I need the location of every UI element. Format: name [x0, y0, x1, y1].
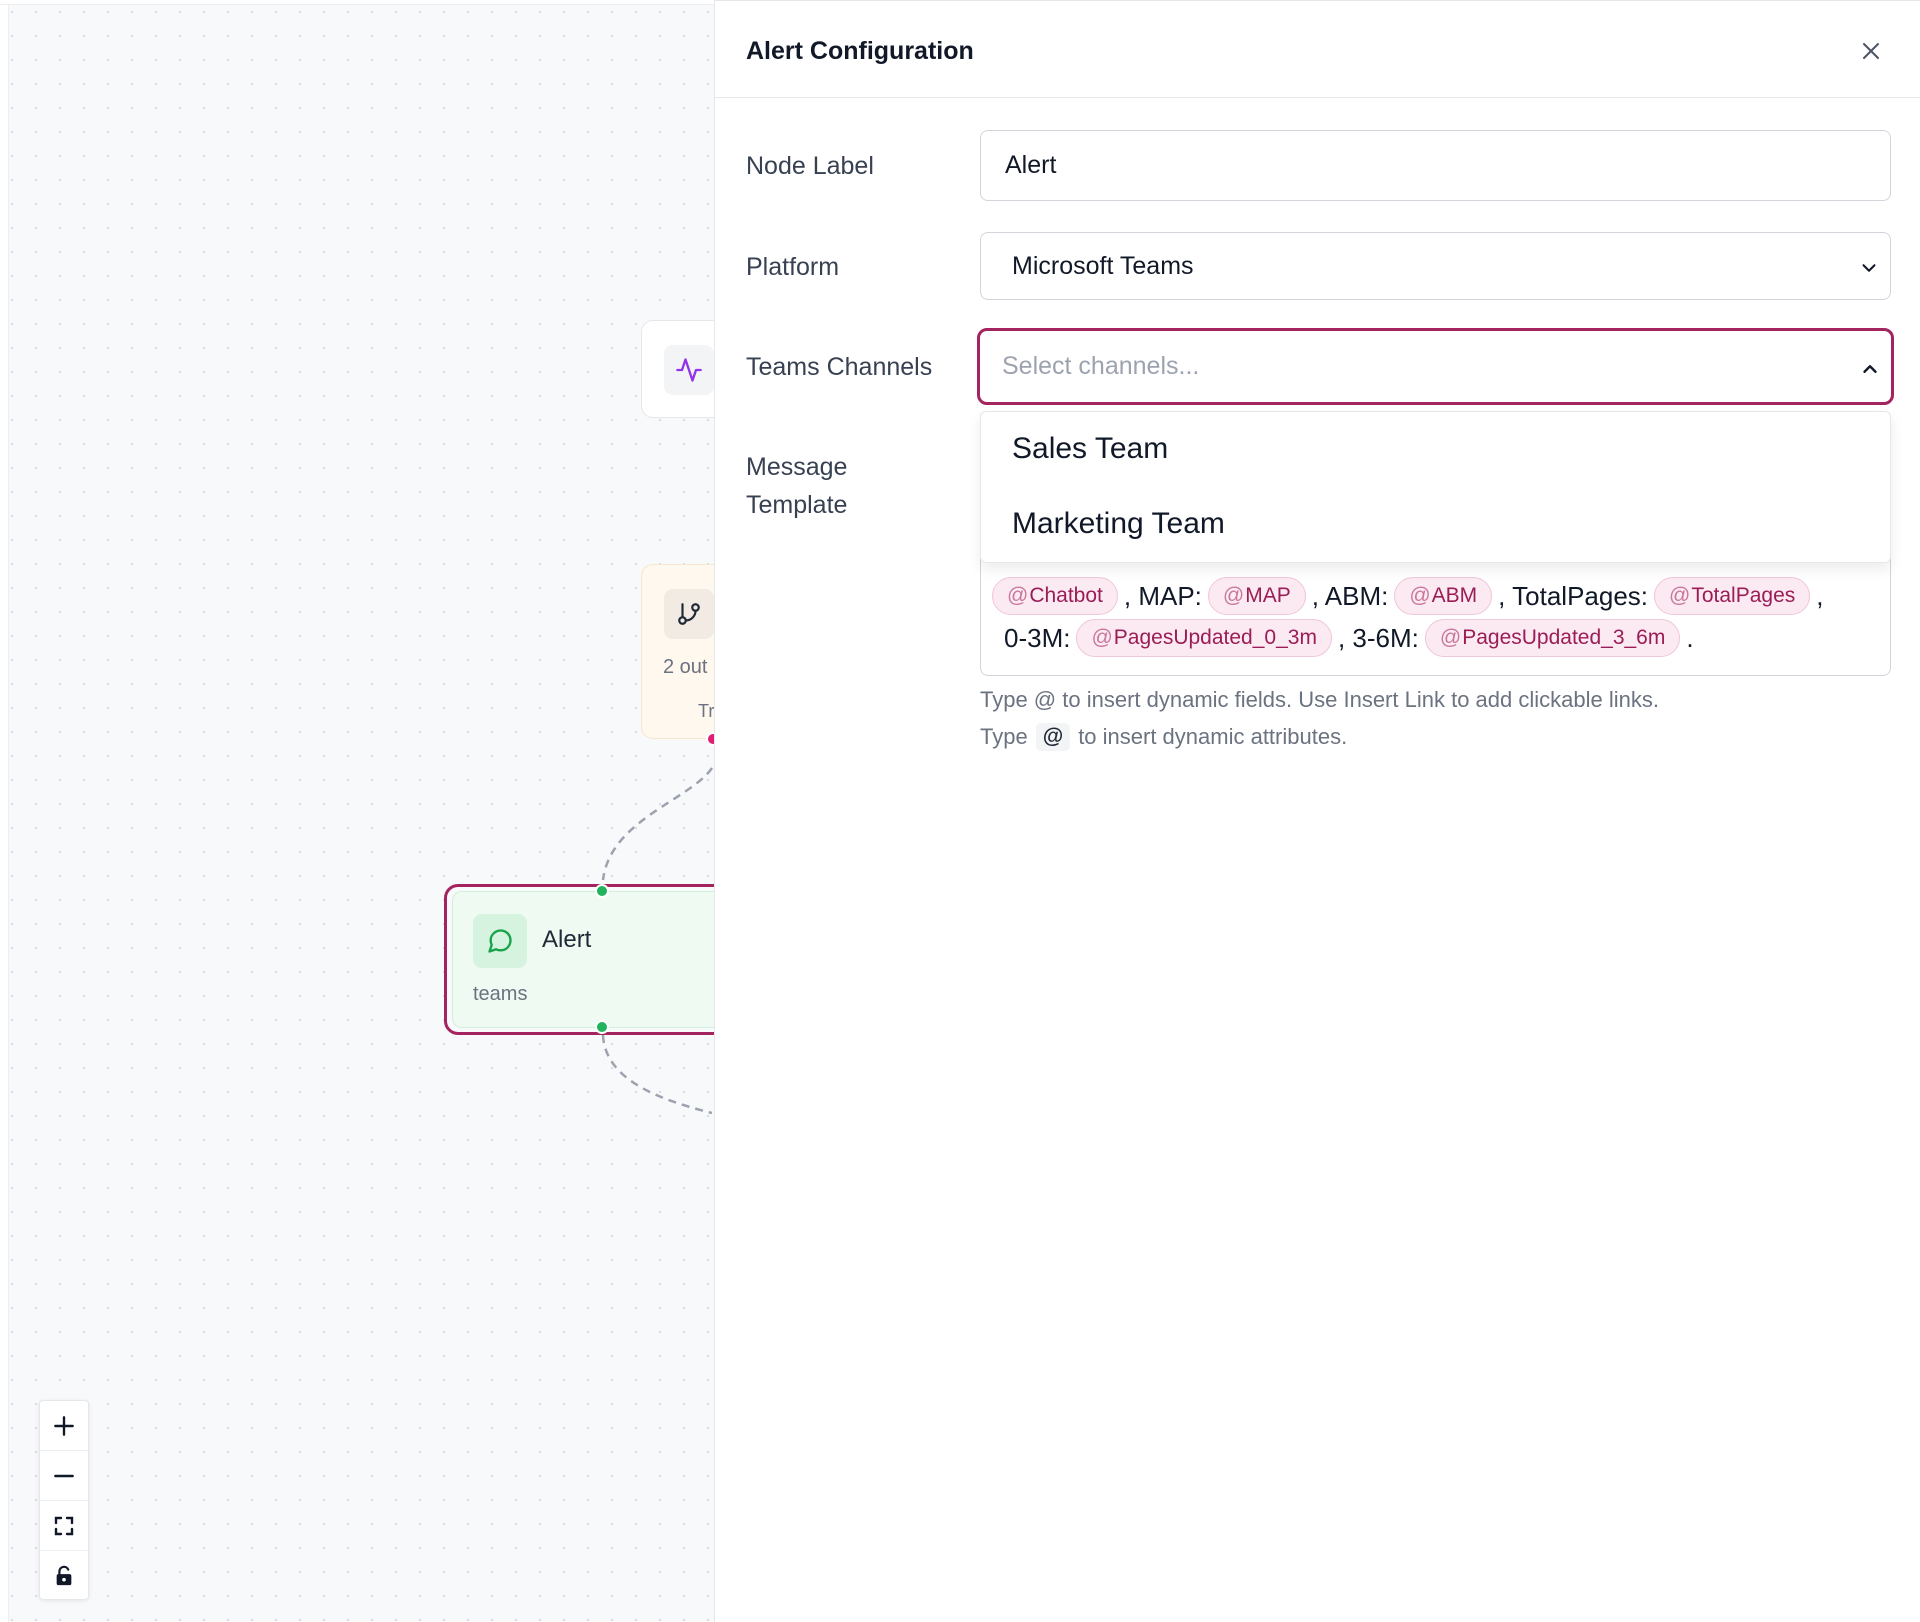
branch-node-subtitle: 2 out	[663, 656, 708, 678]
lock-icon	[56, 1565, 72, 1586]
teams-channels-dropdown: Sales Team Marketing Team	[980, 411, 1891, 563]
flow-canvas[interactable]: 2 out Tr Alert teams	[0, 0, 715, 1622]
alert-node[interactable]: Alert teams	[452, 891, 714, 1028]
fit-view-button[interactable]	[40, 1501, 88, 1551]
zoom-out-button[interactable]	[40, 1451, 88, 1501]
close-button[interactable]	[1855, 35, 1887, 67]
alert-node-title: Alert	[542, 926, 592, 953]
chevron-up-icon	[1863, 365, 1877, 373]
close-icon	[1863, 43, 1879, 59]
template-text-map: , MAP:	[1123, 580, 1202, 611]
branch-node-hint: Tr	[698, 701, 715, 721]
panel-header: Alert Configuration	[715, 1, 1920, 98]
teams-channels-placeholder: Select channels...	[1002, 352, 1200, 380]
alert-input-handle[interactable]	[595, 884, 609, 898]
message-template-label-line2: Template	[746, 491, 848, 519]
help-text-prefix: Type	[980, 724, 1028, 749]
template-line-1: @ Chatbot , MAP: @ MAP , ABM: @ ABM , Total…	[992, 577, 1829, 615]
help-text-dynamic-attributes: Type @ to insert dynamic attributes.	[980, 723, 1347, 751]
zoom-controls	[39, 1400, 89, 1600]
activity-node[interactable]	[641, 320, 714, 418]
git-branch-icon	[664, 589, 714, 639]
edge-alert-out	[601, 1034, 713, 1115]
channel-option-marketing-team[interactable]: Marketing Team	[1012, 507, 1225, 541]
chip-map[interactable]: @ MAP	[1207, 577, 1306, 615]
help-text-suffix: to insert dynamic attributes.	[1078, 724, 1348, 749]
activity-icon	[664, 345, 714, 395]
minus-icon	[54, 1474, 74, 1477]
branch-output-handle[interactable]	[706, 732, 714, 746]
chip-abm[interactable]: @ ABM	[1394, 577, 1493, 615]
panel-title: Alert Configuration	[746, 37, 974, 65]
config-panel: Alert Configuration Node Label Alert Pla…	[715, 0, 1920, 1622]
chip-chatbot[interactable]: @ Chatbot	[992, 577, 1118, 615]
channel-option-sales-team[interactable]: Sales Team	[1012, 432, 1168, 466]
node-label-label: Node Label	[746, 152, 874, 180]
zoom-in-button[interactable]	[40, 1401, 88, 1451]
alert-output-handle[interactable]	[595, 1020, 609, 1034]
message-template-label-line1: Message	[746, 453, 848, 481]
platform-selected-value: Microsoft Teams	[1012, 251, 1194, 280]
canvas-top-border	[0, 0, 714, 5]
fit-view-icon	[54, 1516, 74, 1535]
teams-channels-select[interactable]: Select channels...	[977, 328, 1894, 405]
template-text-0-3m: 0-3M:	[1004, 622, 1071, 653]
flow-edges	[601, 767, 714, 1115]
plus-icon	[54, 1415, 74, 1436]
edge-branch-to-alert	[601, 767, 714, 881]
template-text-period: .	[1686, 622, 1694, 653]
canvas-left-border	[0, 0, 9, 1622]
platform-select[interactable]: Microsoft Teams	[980, 232, 1891, 300]
template-text-comma: ,	[1816, 580, 1824, 611]
chevron-down-icon	[1862, 264, 1876, 272]
chip-pages-updated-3-6m[interactable]: @ PagesUpdated_3_6m	[1424, 619, 1681, 657]
message-circle-icon	[473, 914, 527, 968]
alert-node-subtitle: teams	[473, 983, 528, 1005]
template-text-3-6m: , 3-6M:	[1337, 622, 1419, 653]
lock-button[interactable]	[40, 1551, 88, 1601]
chip-totalpages[interactable]: @ TotalPages	[1654, 577, 1811, 615]
chip-pages-updated-0-3m[interactable]: @ PagesUpdated_0_3m	[1076, 619, 1332, 657]
template-text-totalpages: , TotalPages:	[1498, 580, 1649, 611]
help-key-at: @	[1035, 723, 1071, 751]
node-label-input[interactable]: Alert	[980, 130, 1891, 201]
teams-channels-label: Teams Channels	[746, 353, 933, 381]
template-text-abm: , ABM:	[1311, 580, 1389, 611]
platform-label: Platform	[746, 253, 840, 281]
template-line-2: 0-3M: @ PagesUpdated_0_3m , 3-6M: @ PagesU…	[1004, 619, 1700, 657]
help-text-dynamic-fields: Type @ to insert dynamic fields. Use Ins…	[980, 687, 1659, 712]
